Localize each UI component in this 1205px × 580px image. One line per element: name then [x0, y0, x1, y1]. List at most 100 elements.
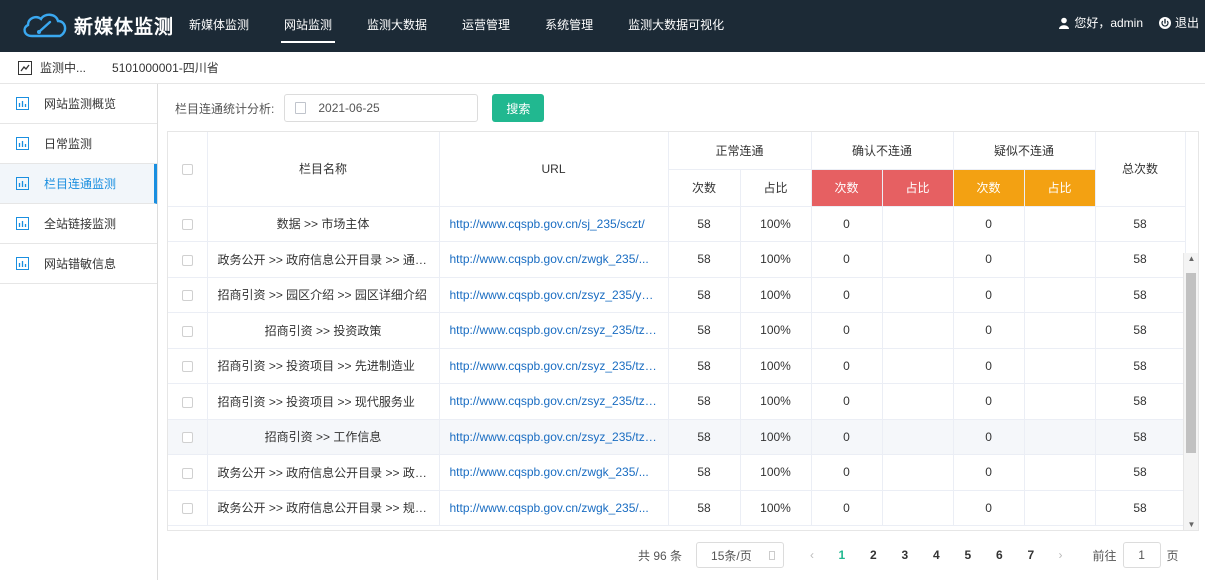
- row-checkbox[interactable]: [181, 219, 193, 231]
- table-row[interactable]: 政务公开 >> 政府信息公开目录 >> 政策文件 http://www.cqspb…: [168, 454, 1186, 491]
- cell-url-link[interactable]: http://www.cqspb.gov.cn/zwgk_235/...: [439, 241, 669, 278]
- table-row[interactable]: 招商引资 >> 园区介绍 >> 园区详细介绍 http://www.cqspb.g…: [168, 277, 1186, 313]
- logo-text: 新媒体监测: [74, 16, 175, 38]
- scrollbar-thumb[interactable]: [1186, 273, 1196, 453]
- goto-suffix: 页: [1166, 548, 1179, 563]
- cell-url-link[interactable]: http://www.cqspb.gov.cn/zsyz_235/yqjs/: [439, 277, 669, 313]
- table-row[interactable]: 招商引资 >> 工作信息 http://www.cqspb.gov.cn/zsyz…: [168, 419, 1186, 455]
- table-row[interactable]: 招商引资 >> 投资项目 >> 现代服务业 http://www.cqspb.go…: [168, 383, 1186, 420]
- cell-normal-ratio: 100%: [740, 348, 812, 384]
- cell-normal-ratio: 100%: [740, 312, 812, 349]
- row-checkbox[interactable]: [181, 361, 193, 373]
- row-checkbox-cell: [168, 419, 208, 455]
- cell-url-link[interactable]: http://www.cqspb.gov.cn/zsyz_235/tzxm/: [439, 348, 669, 384]
- row-checkbox[interactable]: [181, 325, 193, 337]
- bar-chart-icon: [16, 137, 29, 150]
- column-header-confirmed-count: 次数: [811, 169, 883, 207]
- sidebar-item-daily[interactable]: 日常监测: [0, 124, 157, 164]
- cell-total: 58: [1095, 312, 1186, 349]
- logout-button[interactable]: 退出: [1158, 14, 1199, 31]
- sidebar-item-overview[interactable]: 网站监测概览: [0, 84, 157, 124]
- top-navigation-bar: 新媒体监测 新媒体监测 网站监测 监测大数据 运营管理 系统管理 监测大数据可视…: [0, 0, 1205, 52]
- page-number[interactable]: 5: [952, 548, 984, 562]
- column-header-name: 栏目名称: [207, 132, 440, 207]
- goto-page-input[interactable]: 1: [1122, 542, 1161, 568]
- row-checkbox-cell: [168, 277, 208, 313]
- page-size-value: 15条/页: [711, 548, 752, 563]
- table-row[interactable]: 政务公开 >> 政府信息公开目录 >> 规划计划 http://www.cqspb…: [168, 490, 1186, 526]
- bar-chart-icon: [16, 257, 29, 270]
- cell-column-name: 招商引资 >> 工作信息: [207, 419, 440, 455]
- total-count: 共 96 条: [638, 548, 683, 563]
- cell-url-link[interactable]: http://www.cqspb.gov.cn/zsyz_235/tzxm/: [439, 383, 669, 420]
- nav-item-new-media[interactable]: 新媒体监测: [174, 0, 264, 52]
- cell-confirmed-ratio: [882, 490, 954, 526]
- cell-suspected-count: 0: [953, 241, 1025, 278]
- cell-confirmed-ratio: [882, 383, 954, 420]
- select-all-checkbox[interactable]: [181, 164, 193, 176]
- nav-item-system[interactable]: 系统管理: [530, 0, 608, 52]
- page-number[interactable]: 3: [889, 548, 921, 562]
- cell-url-link[interactable]: http://www.cqspb.gov.cn/zwgk_235/...: [439, 490, 669, 526]
- cell-normal-ratio: 100%: [740, 419, 812, 455]
- search-button[interactable]: 搜索: [492, 94, 545, 122]
- nav-item-visualization[interactable]: 监测大数据可视化: [613, 0, 739, 52]
- sidebar-item-error-info[interactable]: 网站错敏信息: [0, 244, 157, 284]
- cell-url-link[interactable]: http://www.cqspb.gov.cn/zsyz_235/tzzc/: [439, 312, 669, 349]
- cell-normal-ratio: 100%: [740, 383, 812, 420]
- prev-page-icon[interactable]: ‹: [798, 548, 826, 562]
- table-row[interactable]: 招商引资 >> 投资项目 >> 先进制造业 http://www.cqspb.go…: [168, 348, 1186, 384]
- cell-total: 58: [1095, 277, 1186, 313]
- column-header-normal-count: 次数: [668, 169, 741, 207]
- power-icon: [1158, 16, 1171, 29]
- table-row[interactable]: 招商引资 >> 投资政策 http://www.cqspb.gov.cn/zsyz…: [168, 312, 1186, 349]
- next-page-icon[interactable]: ›: [1047, 548, 1075, 562]
- nav-item-operations[interactable]: 运营管理: [447, 0, 525, 52]
- cell-suspected-count: 0: [953, 277, 1025, 313]
- table-row[interactable]: 政务公开 >> 政府信息公开目录 >> 通知公告 http://www.cqspb…: [168, 241, 1186, 278]
- cell-total: 58: [1095, 419, 1186, 455]
- cell-suspected-ratio: [1024, 454, 1096, 491]
- sidebar-item-column-connectivity[interactable]: 栏目连通监测: [0, 164, 157, 204]
- page-number[interactable]: 4: [921, 548, 953, 562]
- row-checkbox[interactable]: [181, 503, 193, 515]
- cell-suspected-count: 0: [953, 454, 1025, 491]
- column-group-suspected: 疑似不连通: [953, 132, 1096, 170]
- nav-item-big-data[interactable]: 监测大数据: [352, 0, 442, 52]
- scroll-up-arrow-icon[interactable]: ▲: [1184, 253, 1198, 265]
- date-value: 2021-06-25: [318, 101, 380, 115]
- cell-confirmed-count: 0: [811, 348, 883, 384]
- row-checkbox-cell: [168, 241, 208, 278]
- row-checkbox[interactable]: [181, 396, 193, 408]
- cell-confirmed-ratio: [882, 241, 954, 278]
- row-checkbox[interactable]: [181, 254, 193, 266]
- app-logo[interactable]: 新媒体监测: [20, 8, 174, 42]
- cell-url-link[interactable]: http://www.cqspb.gov.cn/zwgk_235/...: [439, 454, 669, 491]
- cell-suspected-count: 0: [953, 312, 1025, 349]
- bar-chart-icon: [16, 97, 29, 110]
- date-picker-input[interactable]: 2021-06-25: [284, 94, 479, 122]
- page-number[interactable]: 1: [826, 548, 858, 562]
- cell-url-link[interactable]: http://www.cqspb.gov.cn/zsyz_235/tzxx/: [439, 419, 669, 455]
- row-checkbox[interactable]: [181, 432, 193, 444]
- cell-suspected-ratio: [1024, 312, 1096, 349]
- row-checkbox[interactable]: [181, 467, 193, 479]
- page-number[interactable]: 2: [858, 548, 890, 562]
- table-row[interactable]: 数据 >> 市场主体 http://www.cqspb.gov.cn/sj_235…: [168, 206, 1186, 242]
- row-checkbox[interactable]: [181, 290, 193, 302]
- select-all-cell: [168, 132, 208, 207]
- column-header-url: URL: [439, 132, 669, 207]
- cell-normal-count: 58: [668, 312, 741, 349]
- sidebar-item-site-links[interactable]: 全站链接监测: [0, 204, 157, 244]
- table-scrollbar[interactable]: ▲ ▼: [1183, 253, 1198, 530]
- cell-url-link[interactable]: http://www.cqspb.gov.cn/sj_235/sczt/: [439, 206, 669, 242]
- cell-column-name: 政务公开 >> 政府信息公开目录 >> 通知公告: [207, 241, 440, 278]
- page-size-select[interactable]: 15条/页: [696, 542, 785, 568]
- scroll-down-arrow-icon[interactable]: ▼: [1184, 519, 1198, 530]
- user-menu[interactable]: 您好，admin: [1058, 14, 1143, 31]
- nav-item-website[interactable]: 网站监测: [269, 0, 347, 52]
- page-number[interactable]: 6: [984, 548, 1016, 562]
- cell-total: 58: [1095, 206, 1186, 242]
- page-number[interactable]: 7: [1015, 548, 1047, 562]
- cell-confirmed-count: 0: [811, 241, 883, 278]
